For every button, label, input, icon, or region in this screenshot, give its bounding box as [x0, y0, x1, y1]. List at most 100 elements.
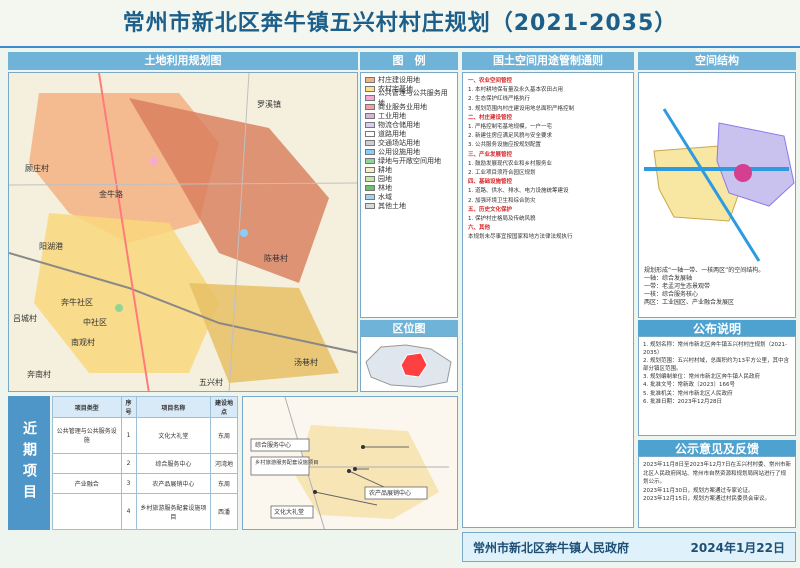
table-cell: 1: [120, 417, 137, 454]
table-row: 4 乡村旅游服务配套设施项目 西潘: [52, 493, 238, 530]
feedback-panel: 2023年11月8日至2023年12月7日在五兴村村委、常州市新北区人民政府网站…: [638, 456, 796, 528]
feedback-text: 2023年11月8日至2023年12月7日在五兴村村委、常州市新北区人民政府网站…: [643, 461, 791, 504]
legend-swatch: [365, 185, 375, 191]
structure-paragraph: 一轴：综合发展轴: [644, 275, 693, 282]
control-paragraph: 1. 保护村庄格局及传统风貌: [468, 216, 536, 223]
control-paragraph: 1. 鼓励发展现代农业和乡村服务业: [468, 160, 552, 167]
feedback-paragraph: 2023年11月8日至2023年12月7日在五兴村村委、常州市新北区人民政府网站…: [643, 462, 791, 485]
announcement-paragraph: 2. 规划范围：五兴村村域，总面积约为13平方公里，其中含部分镇区范围。: [643, 358, 789, 373]
table-cell: 东周: [210, 472, 238, 495]
table-header: 项目类型: [52, 396, 122, 418]
announcement-paragraph: 4. 批准文号：常新政〔2023〕166号: [643, 382, 735, 389]
control-paragraph: 一、农业空间管控: [468, 78, 513, 84]
map-label-bennan: 奔南村: [27, 369, 51, 379]
table-cell: 3: [120, 472, 137, 495]
legend-item: 其他土地: [365, 202, 453, 210]
table-cell: 综合服务中心: [135, 452, 212, 474]
table-row: 2 综合服务中心 河湾地: [52, 452, 238, 474]
control-paragraph: 1. 严格控制宅基地规模，一户一宅: [468, 124, 552, 131]
legend-label: 其他土地: [378, 202, 406, 210]
table-cell: [52, 493, 122, 530]
near-projects-map: 综合服务中心 乡村旅游服务配套设施项目 农产品展销中心 文化大礼堂: [242, 396, 458, 530]
map-label-nanguan: 南观村: [71, 337, 95, 347]
control-paragraph: 3. 规划范围内村庄建设用地总面积严格控制: [468, 105, 574, 112]
control-paragraph: 本规划未尽事宜按国家和地方法律法规执行: [468, 234, 573, 241]
control-paragraph: 六、其他: [468, 225, 491, 232]
map-label-wuxing: 五兴村: [199, 377, 223, 387]
near-projects-label: 近期项目: [8, 396, 50, 530]
legend-swatch: [365, 167, 375, 173]
project-label-3: 农产品展销中心: [369, 489, 411, 497]
legend-item: 物流仓储用地: [365, 121, 453, 129]
announcement-paragraph: 5. 批准机关：常州市新北区人民政府: [643, 390, 733, 397]
table-cell: 公共管理与公共服务设施: [52, 417, 122, 454]
table-cell: 文化大礼堂: [135, 417, 212, 454]
control-paragraph: 2. 生态保护红线严格执行: [468, 96, 530, 103]
legend-panel: 村庄建设用地 农村宅基地 公共管理与公共服务用地 商业服务业用地 工业用地 物流仓储用地道…: [360, 72, 458, 318]
map-label-guzhuang: 顾庄村: [25, 163, 49, 173]
map-label-yanghugang: 阳湖港: [39, 241, 63, 251]
table-cell: [52, 452, 122, 474]
control-paragraph: 五、历史文化保护: [468, 206, 513, 213]
legend-item: 村庄建设用地: [365, 76, 453, 84]
land-use-map: 罗溪镇 顾庄村 奔牛社区 陈巷村 吕城村 中社区 五兴村 奔南村 南观村 阳湖港…: [8, 72, 358, 392]
footer: 常州市新北区奔牛镇人民政府 2024年1月22日: [462, 532, 796, 562]
project-label-4: 文化大礼堂: [274, 508, 304, 516]
map-label-lvcheng: 吕城村: [13, 313, 37, 323]
projects-map-svg: 综合服务中心 乡村旅游服务配套设施项目 农产品展销中心 文化大礼堂: [243, 397, 457, 529]
map-label-chenxiang: 陈巷村: [264, 253, 288, 263]
legend-list: 村庄建设用地 农村宅基地 公共管理与公共服务用地 商业服务业用地 工业用地 物流仓储用地道…: [365, 76, 453, 210]
map-label-luoxi: 罗溪镇: [257, 99, 281, 109]
legend-swatch: [365, 194, 375, 200]
region-map-svg: [361, 337, 457, 391]
control-paragraph: 二、村庄建设管控: [468, 114, 513, 121]
project-label-2: 乡村旅游服务配套设施项目: [255, 458, 319, 466]
structure-panel: 规划形成“一轴一带、一核两区”的空间结构。 一轴：综合发展轴 一带：老孟河生态景观带…: [638, 72, 796, 318]
page-title: 常州市新北区奔牛镇五兴村村庄规划（2021-2035）: [0, 0, 800, 48]
structure-paragraph: 一带：老孟河生态景观带: [644, 283, 711, 290]
legend-swatch: [365, 176, 375, 182]
control-paragraph: 2. 新建住房应满足风貌与安全要求: [468, 133, 552, 140]
feedback-paragraph: 2023年11月30日，规划方案通过专家论证。: [643, 487, 754, 494]
feedback-paragraph: 2023年12月15日，规划方案通过村民委员会审议。: [643, 496, 770, 502]
legend-swatch: [365, 86, 375, 92]
table-header: 序号: [120, 396, 137, 418]
control-paragraph: 1. 道路、供水、排水、电力设施统筹建设: [468, 188, 569, 195]
table-cell: 东周: [210, 417, 238, 454]
structure-map-svg: [639, 91, 795, 263]
table-cell: 4: [120, 493, 137, 530]
legend-swatch: [365, 113, 375, 119]
footer-org: 常州市新北区奔牛镇人民政府: [473, 540, 630, 555]
control-paragraph: 1. 本村耕地保有量及永久基本农田占用: [468, 87, 563, 94]
announcement-paragraph: 6. 批准日期：2023年12月28日: [643, 398, 722, 405]
land-use-panel-title: 土地利用规划图: [8, 52, 358, 70]
control-paragraph: 四、基础设施管控: [468, 179, 513, 186]
table-row: 产业融合 3 农产品展销中心 东周: [52, 472, 238, 495]
legend-item: 耕地: [365, 166, 453, 174]
legend-item: 林地: [365, 184, 453, 192]
legend-item: 园地: [365, 175, 453, 183]
table-header: 建设地点: [210, 396, 238, 418]
map-label-benniu: 奔牛社区: [61, 297, 93, 307]
control-paragraph: 2. 工业项目须符合园区规划: [468, 170, 536, 177]
legend-swatch: [365, 149, 375, 155]
table-cell: 农产品展销中心: [135, 472, 212, 495]
legend-swatch: [365, 203, 375, 209]
control-paragraph: 3. 公共服务设施应按规划配置: [468, 142, 541, 149]
announcement-paragraph: 1. 规划名称：常州市新北区奔牛镇五兴村村庄规划（2021-2035）: [643, 342, 787, 357]
legend-swatch: [365, 140, 375, 146]
legend-item: 公用设施用地: [365, 148, 453, 156]
map-label-zhongshequ: 中社区: [83, 317, 107, 327]
legend-item: 水域: [365, 193, 453, 201]
structure-paragraph: 一核：综合服务核心: [644, 291, 699, 298]
legend-item: 绿地与开敞空间用地: [365, 157, 453, 165]
project-label-1: 综合服务中心: [255, 441, 291, 449]
map-label-tangxiang: 汤巷村: [294, 357, 318, 367]
near-projects-table: 项目类型 序号 项目名称 建设地点 公共管理与公共服务设施 1 文化大礼堂 东周 2 综合…: [52, 396, 238, 530]
structure-paragraph: 两区：工业园区、产业融合发展区: [644, 299, 735, 306]
structure-text: 规划形成“一轴一带、一核两区”的空间结构。 一轴：综合发展轴 一带：老孟河生态景观带…: [644, 267, 792, 307]
control-paragraph: 2. 加强环境卫生和综合防灾: [468, 197, 536, 204]
table-row: 公共管理与公共服务设施 1 文化大礼堂 东周: [52, 417, 238, 454]
structure-panel-title: 空间结构: [638, 52, 796, 70]
control-panel-title: 国土空间用途管制通则: [462, 52, 634, 70]
